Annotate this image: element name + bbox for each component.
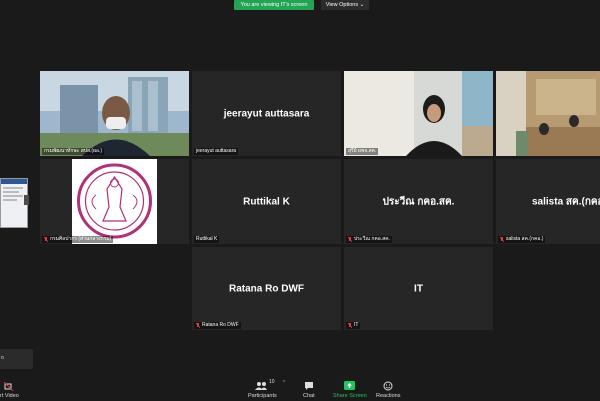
participant-tile-6[interactable]: Ruttikal K Ruttikal K [192, 159, 341, 244]
reactions-button[interactable]: Reactions [376, 381, 400, 399]
meeting-toolbar: rt Video Participants 10 ^ Chat Share Sc… [0, 375, 600, 401]
participant-name-label: Ratana Ro DWF [194, 322, 241, 329]
share-screen-button[interactable]: Share Screen [333, 381, 367, 399]
mic-muted-icon [500, 237, 504, 242]
gallery-scroll-left[interactable] [24, 195, 29, 205]
chat-icon [304, 382, 313, 390]
self-view-tile[interactable]: o [0, 349, 33, 369]
participant-name: IT [414, 283, 423, 294]
participant-name-label: IT [346, 322, 361, 329]
participant-name-label: salista สค.(กคอ.) [498, 236, 546, 243]
participant-video [40, 71, 189, 156]
mic-muted-icon [348, 323, 352, 328]
participant-video [40, 159, 189, 244]
mic-muted-icon [196, 323, 200, 328]
participant-tile-5[interactable]: กรมศิลปากร (ส่วนกลางกรม) [40, 159, 189, 244]
participant-tile-10[interactable]: IT IT [344, 247, 493, 330]
participant-tile-1[interactable]: กรมพัฒนาทักษะ สปส.(ผอ.) [40, 71, 189, 156]
participant-name-label: jeerayut auttasara [194, 148, 239, 155]
self-view-label: o [1, 355, 4, 361]
participant-video [496, 71, 600, 156]
view-options-button[interactable]: View Options ⌄ [321, 0, 369, 10]
start-video-button[interactable]: rt Video [0, 382, 19, 399]
participant-tile-9[interactable]: Ratana Ro DWF Ratana Ro DWF [192, 247, 341, 330]
reactions-icon [383, 381, 393, 391]
chat-button[interactable]: Chat [303, 381, 315, 399]
participant-name: Ratana Ro DWF [229, 283, 304, 294]
participant-name-label: Ruttikal K [194, 236, 220, 243]
participant-name-label: สุรีย์ ผพจ.สค. [346, 148, 379, 155]
mic-muted-icon [44, 237, 48, 242]
participant-name-label: กรมศิลปากร (ส่วนกลางกรม) [42, 236, 114, 243]
video-off-icon [4, 382, 14, 391]
participants-count: 10 [269, 379, 275, 385]
participant-name: Ruttikal K [243, 196, 290, 207]
participant-video [344, 71, 493, 156]
participant-tile-2[interactable]: jeerayut auttasara jeerayut auttasara [192, 71, 341, 156]
viewing-screen-banner[interactable]: You are viewing IT's screen [234, 0, 314, 10]
participant-name: ประวีณ กคอ.สค. [382, 196, 455, 207]
participants-menu-caret-icon[interactable]: ^ [283, 380, 285, 386]
participant-name-label: ประวีณ กคอ.สค. [346, 236, 392, 243]
participant-tile-3[interactable]: สุรีย์ ผพจ.สค. [344, 71, 493, 156]
share-screen-icon [344, 381, 356, 390]
participant-tile-8[interactable]: salista สค.(กคอ salista สค.(กคอ.) [496, 159, 600, 244]
participant-tile-7[interactable]: ประวีณ กคอ.สค. ประวีณ กคอ.สค. [344, 159, 493, 244]
participant-name: salista สค.(กคอ [532, 196, 600, 207]
participant-name: jeerayut auttasara [223, 108, 310, 119]
participant-name-label: กรมพัฒนาทักษะ สปส.(ผอ.) [42, 148, 105, 155]
participant-tile-4-active[interactable] [496, 71, 600, 156]
mic-muted-icon [348, 237, 352, 242]
participants-icon [255, 382, 268, 390]
